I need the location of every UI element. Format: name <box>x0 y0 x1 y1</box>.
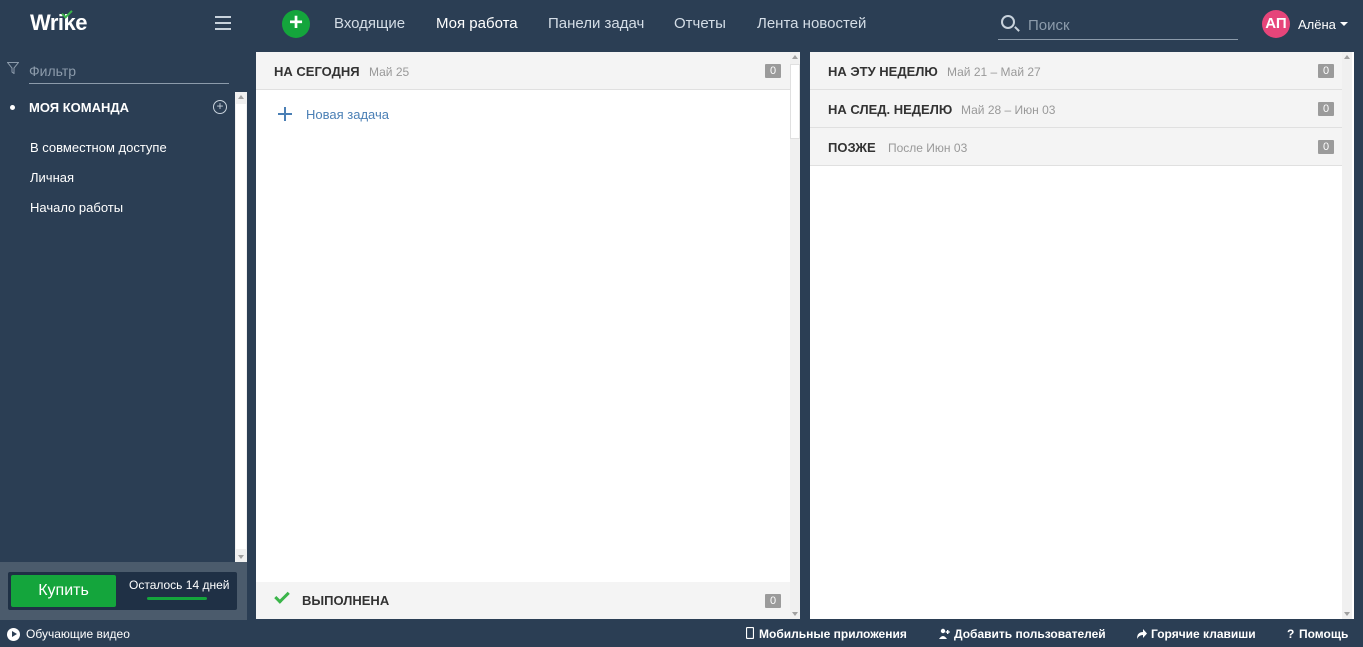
scroll-up-icon[interactable] <box>1344 55 1350 59</box>
today-scrollbar[interactable] <box>790 52 800 619</box>
plus-icon <box>278 107 292 121</box>
add-circle-icon[interactable]: + <box>213 100 227 114</box>
nav-my-work[interactable]: Моя работа <box>436 15 518 32</box>
hotkeys-link[interactable]: Горячие клавиши <box>1151 627 1256 641</box>
avatar[interactable]: АП <box>1262 10 1290 38</box>
today-header[interactable]: НА СЕГОДНЯ Май 25 0 <box>256 52 790 90</box>
trial-remaining-text: Осталось 14 дней <box>129 578 230 592</box>
check-icon <box>274 588 290 604</box>
filter-input[interactable] <box>29 58 229 84</box>
chevron-down-icon[interactable] <box>1340 22 1348 26</box>
group-later[interactable]: ПОЗЖЕ После Июн 03 0 <box>810 128 1342 166</box>
mobile-apps-link[interactable]: Мобильные приложения <box>759 627 907 641</box>
new-task-label: Новая задача <box>306 107 389 122</box>
scroll-up-icon[interactable] <box>792 55 798 59</box>
group-date: После Июн 03 <box>888 141 968 155</box>
top-bar: Wrike + Входящие Моя работа Панели задач… <box>0 0 1363 48</box>
help-link[interactable]: Помощь <box>1299 627 1348 641</box>
add-users-link[interactable]: Добавить пользователей <box>954 627 1106 641</box>
nav-inbox[interactable]: Входящие <box>334 15 405 32</box>
sidebar-item-shared[interactable]: В совместном доступе <box>30 140 167 155</box>
sidebar-item-personal[interactable]: Личная <box>30 170 74 185</box>
today-title: НА СЕГОДНЯ <box>274 64 360 79</box>
nav-reports[interactable]: Отчеты <box>674 15 726 32</box>
sidebar-scrollbar[interactable] <box>235 92 247 562</box>
footer: Обучающие видео Мобильные приложения Доб… <box>0 620 1363 647</box>
scrollbar-thumb[interactable] <box>236 104 246 549</box>
groups-panel: НА ЭТУ НЕДЕЛЮ Май 21 – Май 27 0 НА СЛЕД.… <box>810 52 1354 619</box>
group-title: НА СЛЕД. НЕДЕЛЮ <box>828 102 953 117</box>
completed-title: ВЫПОЛНЕНА <box>302 593 390 608</box>
group-next-week[interactable]: НА СЛЕД. НЕДЕЛЮ Май 28 – Июн 03 0 <box>810 90 1342 128</box>
add-new-button[interactable]: + <box>282 10 310 38</box>
nav-dashboards[interactable]: Панели задач <box>548 15 644 32</box>
group-title: НА ЭТУ НЕДЕЛЮ <box>828 64 938 79</box>
group-count-badge: 0 <box>1318 140 1334 154</box>
group-title: ПОЗЖЕ <box>828 140 876 155</box>
wrike-logo[interactable]: Wrike <box>30 10 88 36</box>
scroll-down-icon[interactable] <box>238 555 244 559</box>
scroll-down-icon[interactable] <box>792 612 798 616</box>
search-box <box>998 12 1238 40</box>
search-icon[interactable] <box>1001 15 1015 29</box>
buy-button[interactable]: Купить <box>11 575 116 607</box>
today-panel: НА СЕГОДНЯ Май 25 0 Новая задача ВЫПОЛНЕ… <box>256 52 800 619</box>
mobile-phone-icon <box>746 627 754 639</box>
today-date: Май 25 <box>369 65 410 79</box>
bullet-icon <box>10 105 15 110</box>
hamburger-menu-icon[interactable] <box>215 16 231 30</box>
scrollbar-thumb[interactable] <box>790 64 800 139</box>
completed-count-badge: 0 <box>765 594 781 608</box>
buy-panel: Купить Осталось 14 дней <box>0 562 247 620</box>
play-icon[interactable] <box>7 628 20 641</box>
user-name[interactable]: Алёна <box>1298 17 1336 32</box>
groups-scrollbar[interactable] <box>1342 52 1352 619</box>
nav-news-feed[interactable]: Лента новостей <box>757 15 866 32</box>
team-label[interactable]: МОЯ КОМАНДА <box>29 100 129 115</box>
search-input[interactable] <box>1028 14 1228 36</box>
trial-progress-bar <box>146 596 208 601</box>
filter-icon <box>7 62 19 74</box>
group-this-week[interactable]: НА ЭТУ НЕДЕЛЮ Май 21 – Май 27 0 <box>810 52 1342 90</box>
group-count-badge: 0 <box>1318 64 1334 78</box>
group-date: Май 28 – Июн 03 <box>961 103 1056 117</box>
group-date: Май 21 – Май 27 <box>947 65 1041 79</box>
scroll-down-icon[interactable] <box>1344 612 1350 616</box>
add-user-icon <box>939 628 950 639</box>
sidebar-item-getting-started[interactable]: Начало работы <box>30 200 123 215</box>
scroll-up-icon[interactable] <box>238 95 244 99</box>
today-count-badge: 0 <box>765 64 781 78</box>
sidebar: МОЯ КОМАНДА + В совместном доступе Лична… <box>0 48 247 620</box>
completed-section[interactable]: ВЫПОЛНЕНА 0 <box>256 582 790 619</box>
buy-box: Купить Осталось 14 дней <box>8 572 237 610</box>
help-icon: ? <box>1287 627 1295 641</box>
trial-progress-fill <box>147 597 207 600</box>
training-videos-link[interactable]: Обучающие видео <box>26 627 130 641</box>
share-arrow-icon <box>1137 629 1147 639</box>
group-count-badge: 0 <box>1318 102 1334 116</box>
